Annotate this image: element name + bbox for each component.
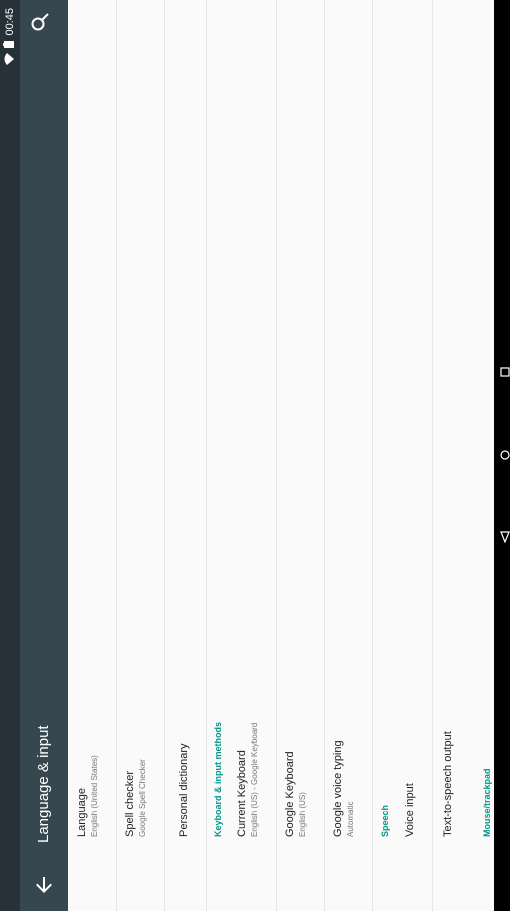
item-summary: Automatic: [346, 801, 355, 837]
toolbar: Language & input: [20, 0, 68, 911]
section-header-keyboard: Keyboard & input methods: [213, 721, 223, 837]
list-item-language[interactable]: Language English (United States): [68, 0, 117, 911]
item-title: Spell checker: [124, 770, 136, 837]
section-header-speech: Speech: [380, 804, 390, 837]
nav-home-icon[interactable]: [497, 449, 510, 461]
back-arrow-icon[interactable]: [32, 873, 56, 897]
item-summary: English (US): [298, 792, 307, 837]
status-bar: 00:45: [0, 0, 20, 911]
list-item-personal-dictionary[interactable]: Personal dictionary: [164, 0, 207, 911]
item-title: Language: [76, 788, 88, 837]
list-item-google-voice-typing[interactable]: Google voice typing Automatic: [324, 0, 373, 911]
item-title: Voice input: [404, 783, 416, 837]
search-icon[interactable]: [28, 10, 52, 34]
item-title: Google Keyboard: [284, 751, 296, 837]
wifi-icon: [4, 52, 17, 65]
item-title: Personal dictionary: [178, 743, 190, 837]
status-icons: 00:45: [3, 8, 17, 65]
list-item-spell-checker[interactable]: Spell checker Google Spell Checker: [116, 0, 165, 911]
item-summary: English (US) - Google Keyboard: [250, 722, 259, 837]
navigation-bar: [494, 0, 510, 911]
item-title: Google voice typing: [332, 740, 344, 837]
nav-recent-icon[interactable]: [497, 366, 510, 378]
section-header-mouse: Mouse/trackpad: [482, 768, 492, 837]
device-rotated-content: 00:45 Language & input Language English …: [0, 0, 510, 911]
list-item-voice-input[interactable]: Voice input: [394, 0, 433, 911]
nav-back-icon[interactable]: [497, 531, 510, 544]
list-item-current-keyboard[interactable]: Current Keyboard English (US) - Google K…: [228, 0, 277, 911]
page-title: Language & input: [35, 725, 52, 843]
battery-icon: [3, 40, 17, 48]
list-item-google-keyboard[interactable]: Google Keyboard English (US): [276, 0, 325, 911]
item-title: Text-to-speech output: [442, 731, 454, 837]
status-time: 00:45: [4, 8, 16, 36]
settings-list: Language English (United States) Spell c…: [68, 0, 494, 911]
item-title: Current Keyboard: [236, 750, 248, 837]
list-item-tts-output[interactable]: Text-to-speech output: [432, 0, 472, 911]
item-summary: English (United States): [90, 755, 99, 837]
screen: 00:45 Language & input Language English …: [0, 0, 510, 911]
item-summary: Google Spell Checker: [138, 759, 147, 837]
